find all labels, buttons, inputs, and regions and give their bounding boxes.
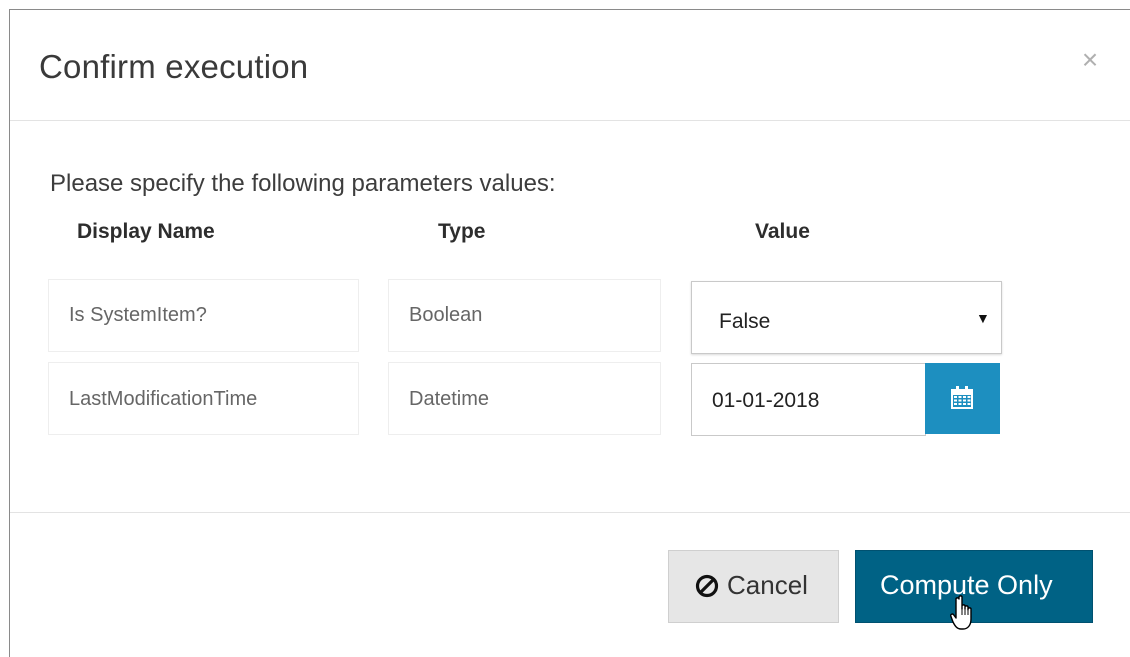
ban-icon [695, 574, 719, 598]
confirm-dialog: Confirm execution × Please specify the f… [9, 9, 1130, 657]
footer-divider [10, 512, 1130, 513]
close-button[interactable]: × [1078, 46, 1102, 74]
close-icon: × [1081, 44, 1099, 75]
param-type: Boolean [388, 279, 661, 352]
dropdown-arrow-icon: ▼ [976, 310, 990, 326]
column-header-type: Type [438, 220, 486, 243]
intro-text: Please specify the following parameters … [50, 170, 556, 197]
column-header-value: Value [755, 220, 810, 243]
param-display-name: LastModificationTime [48, 362, 359, 435]
calendar-button[interactable] [925, 363, 1000, 434]
is-systemitem-select[interactable]: False ▼ [691, 281, 1002, 354]
cancel-button[interactable]: Cancel [668, 550, 839, 623]
date-value: 01-01-2018 [712, 389, 820, 412]
dialog-title: Confirm execution [39, 48, 309, 85]
param-type: Datetime [388, 362, 661, 435]
param-display-name: Is SystemItem? [48, 279, 359, 352]
dialog-header: Confirm execution × [10, 10, 1130, 121]
column-header-display-name: Display Name [77, 220, 215, 243]
cancel-label: Cancel [727, 570, 808, 600]
hand-cursor-icon [950, 595, 972, 630]
select-value: False [719, 310, 771, 333]
last-modification-date-input[interactable]: 01-01-2018 [691, 363, 926, 436]
calendar-icon [951, 386, 973, 409]
